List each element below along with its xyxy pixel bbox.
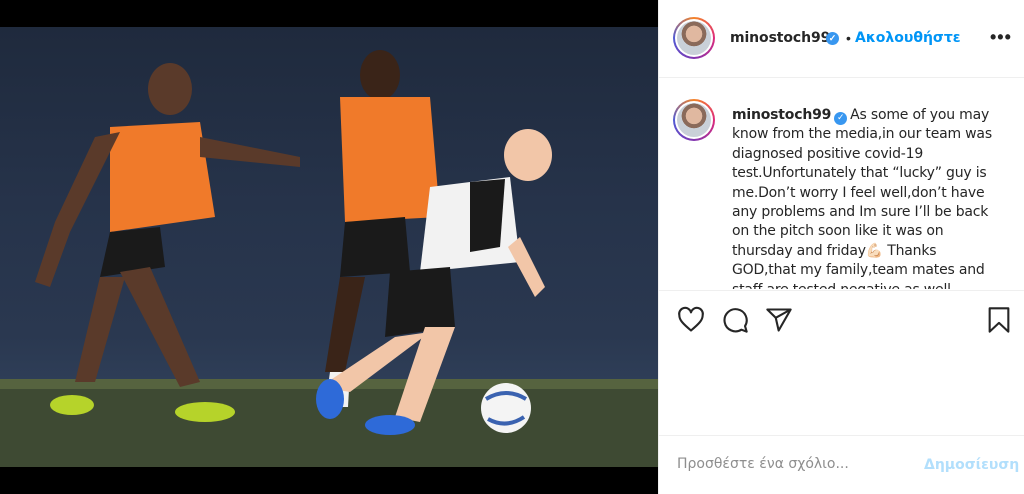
post-header: minostoch99 ✓ • Ακολουθήστε ••• xyxy=(659,0,1024,78)
separator-dot: • xyxy=(846,30,851,46)
follow-button[interactable]: Ακολουθήστε xyxy=(855,30,961,46)
heart-icon[interactable] xyxy=(677,306,705,334)
post-photo xyxy=(0,27,658,467)
more-options-icon[interactable]: ••• xyxy=(990,27,1012,48)
caption-username[interactable]: minostoch99 xyxy=(732,107,831,123)
caption-body: As some of you may know from the media,i… xyxy=(732,107,992,289)
player-left xyxy=(35,63,300,422)
profile-picture xyxy=(677,21,711,55)
comment-input[interactable] xyxy=(677,456,917,472)
author-username[interactable]: minostoch99 xyxy=(730,30,830,46)
comment-bar: Δημοσίευση xyxy=(659,435,1024,494)
avatar[interactable] xyxy=(673,17,715,59)
share-icon[interactable] xyxy=(765,306,793,334)
post-media[interactable] xyxy=(0,0,658,494)
comment-icon[interactable] xyxy=(721,306,749,334)
caption: minostoch99 ✓ As some of you may know from… xyxy=(732,106,1002,289)
verified-badge-icon: ✓ xyxy=(834,112,848,125)
caption-avatar[interactable] xyxy=(673,99,715,141)
bookmark-icon[interactable] xyxy=(985,306,1013,334)
verified-badge-icon: ✓ xyxy=(826,32,839,45)
post-comment-button[interactable]: Δημοσίευση xyxy=(924,457,1019,473)
post-side-panel: minostoch99 ✓ • Ακολουθήστε ••• minostoc… xyxy=(658,0,1024,494)
action-bar xyxy=(659,290,1024,435)
profile-picture xyxy=(677,103,711,137)
photo-illustration xyxy=(0,50,658,467)
caption-section[interactable]: minostoch99 ✓ As some of you may know from… xyxy=(659,79,1024,289)
